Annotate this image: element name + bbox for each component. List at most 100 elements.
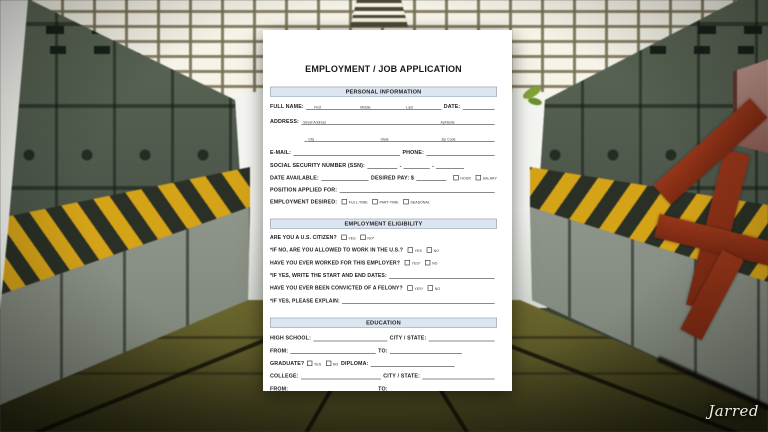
hour-option-label: HOUR	[460, 176, 471, 181]
city-state-label: CITY / STATE:	[383, 373, 420, 379]
checkbox-worked-no[interactable]	[425, 259, 431, 266]
college-to-input-line[interactable]	[390, 386, 462, 391]
checkbox-worked-yes[interactable]	[404, 259, 411, 266]
date-input-line[interactable]	[462, 104, 495, 110]
city-sublabel-spacer	[270, 142, 497, 147]
street-address-input-line[interactable]: Street Address Apt/Suite	[301, 119, 495, 125]
first-sublabel: First	[314, 105, 322, 110]
ssn-row: SOCIAL SECURITY NUMBER (SSN): - -	[270, 161, 497, 169]
address-row: ADDRESS: Street Address Apt/Suite	[270, 117, 497, 125]
zip-sublabel: Zip Code	[441, 137, 456, 142]
date-available-label: DATE AVAILABLE:	[269, 174, 319, 181]
full-name-input-line[interactable]: First Middle Last	[306, 104, 442, 110]
city-state-label: CITY / STATE:	[389, 335, 427, 341]
checkbox-felony-yes[interactable]	[407, 285, 413, 291]
checkbox-hs-graduate-yes[interactable]	[306, 360, 313, 366]
graduate-label: GRADUATE?	[269, 360, 305, 367]
position-input-line[interactable]	[339, 187, 495, 193]
checkbox-full-time[interactable]	[341, 198, 348, 205]
section-header-label: EMPLOYMENT ELIGIBILITY	[344, 220, 423, 227]
checkbox-citizen-no[interactable]	[360, 234, 366, 240]
start-end-dates-row: *IF YES, WRITE THE START AND END DATES:	[270, 271, 497, 279]
checkbox-part-time[interactable]	[372, 198, 378, 205]
ssn-part3-input-line[interactable]	[436, 163, 465, 169]
date-available-row: DATE AVAILABLE: DESIRED PAY: $ HOUR SALA…	[270, 173, 497, 181]
diploma-input-line[interactable]	[370, 361, 455, 367]
name-sublabel-spacer	[270, 110, 497, 115]
college-from-input-line[interactable]	[290, 386, 375, 391]
position-row: POSITION APPLIED FOR:	[270, 185, 497, 193]
diploma-label: DIPLOMA:	[341, 360, 369, 367]
explain-label: *IF YES, PLEASE EXPLAIN:	[269, 297, 340, 304]
desired-pay-input-line[interactable]	[416, 175, 447, 181]
start-end-dates-label: *IF YES, WRITE THE START AND END DATES:	[269, 272, 387, 279]
high-school-to-input-line[interactable]	[389, 348, 462, 354]
email-input-line[interactable]	[293, 150, 401, 156]
middle-sublabel: Middle	[360, 105, 371, 110]
ssn-part2-input-line[interactable]	[403, 163, 430, 169]
salary-option-label: SALARY	[482, 176, 497, 181]
section-header-label: PERSONAL INFORMATION	[345, 88, 422, 95]
start-end-dates-input-line[interactable]	[389, 273, 495, 279]
game-corridor-scene: EMPLOYMENT / JOB APPLICATION PERSONAL IN…	[0, 0, 768, 432]
checkbox-hour[interactable]	[453, 174, 459, 181]
ssn-dash: -	[399, 163, 402, 169]
phone-input-line[interactable]	[426, 150, 495, 156]
college-dates-row: FROM: TO:	[270, 384, 497, 391]
worked-before-question-row: HAVE YOU EVER WORKED FOR THIS EMPLOYER? …	[270, 258, 497, 266]
high-school-input-line[interactable]	[313, 336, 388, 342]
employment-desired-label: EMPLOYMENT DESIRED:	[269, 198, 338, 205]
checkbox-seasonal[interactable]	[403, 198, 409, 205]
high-school-city-state-input-line[interactable]	[428, 336, 495, 342]
ssn-label: SOCIAL SECURITY NUMBER (SSN):	[269, 162, 365, 169]
citizen-question-label: ARE YOU A U.S. CITIZEN?	[269, 234, 337, 241]
from-label: FROM:	[269, 385, 289, 391]
full-time-option-label: FULL-TIME	[348, 200, 368, 205]
checkbox-allowed-no[interactable]	[426, 247, 432, 253]
section-header-personal-information: PERSONAL INFORMATION	[269, 86, 497, 97]
date-label: DATE:	[443, 103, 461, 110]
allowed-to-work-question-label: *IF NO, ARE YOU ALLOWED TO WORK IN THE U…	[269, 247, 403, 253]
section-header-employment-eligibility: EMPLOYMENT ELIGIBILITY	[269, 218, 497, 229]
full-name-row: FULL NAME: First Middle Last DATE:	[270, 102, 497, 110]
creator-watermark: Jarred	[708, 402, 759, 420]
full-name-label: FULL NAME:	[269, 103, 304, 110]
city-state-zip-input-line[interactable]: City State Zip Code	[304, 136, 495, 142]
email-phone-row: E-MAIL: PHONE:	[270, 148, 497, 156]
date-available-input-line[interactable]	[321, 175, 369, 181]
document-title: EMPLOYMENT / JOB APPLICATION	[305, 64, 462, 74]
to-label: TO:	[378, 385, 388, 391]
yes-option-label: YES	[313, 362, 322, 367]
high-school-graduate-row: GRADUATE? YES NO DIPLOMA:	[270, 359, 497, 367]
college-label: COLLEGE:	[269, 373, 299, 379]
employment-application-document[interactable]: EMPLOYMENT / JOB APPLICATION PERSONAL IN…	[263, 30, 512, 391]
explain-input-line[interactable]	[342, 298, 495, 304]
address-label: ADDRESS:	[269, 118, 299, 125]
high-school-from-input-line[interactable]	[290, 348, 376, 354]
yes-option-label: YES	[414, 248, 422, 253]
checkbox-allowed-yes[interactable]	[407, 247, 413, 253]
no-option-label: NO	[433, 248, 440, 253]
ssn-part1-input-line[interactable]	[367, 163, 398, 169]
college-city-state-input-line[interactable]	[422, 374, 495, 380]
apt-suite-sublabel: Apt/Suite	[440, 120, 455, 125]
high-school-dates-row: FROM: TO:	[270, 346, 497, 354]
position-applied-label: POSITION APPLIED FOR:	[269, 186, 338, 193]
citizen-question-row: ARE YOU A U.S. CITIZEN? YES NO*	[270, 233, 497, 241]
ssn-dash: -	[432, 163, 434, 169]
address-sublabel-spacer	[270, 125, 497, 130]
checkbox-hs-graduate-no[interactable]	[325, 360, 332, 366]
no-option-label: NO*	[367, 236, 375, 241]
checkbox-salary[interactable]	[475, 174, 481, 181]
felony-question-label: HAVE YOU EVER BEEN CONVICTED OF A FELONY…	[269, 285, 403, 291]
college-row: COLLEGE: CITY / STATE:	[269, 371, 497, 380]
college-input-line[interactable]	[300, 374, 381, 380]
high-school-row: HIGH SCHOOL: CITY / STATE:	[269, 333, 497, 342]
no-option-label: NO	[332, 362, 339, 367]
checkbox-citizen-yes[interactable]	[341, 234, 347, 240]
section-header-label: EDUCATION	[366, 319, 401, 326]
high-school-label: HIGH SCHOOL:	[269, 335, 312, 341]
checkbox-felony-no[interactable]	[427, 285, 434, 291]
part-time-option-label: PART-TIME	[379, 200, 399, 205]
last-sublabel: Last	[406, 105, 413, 110]
